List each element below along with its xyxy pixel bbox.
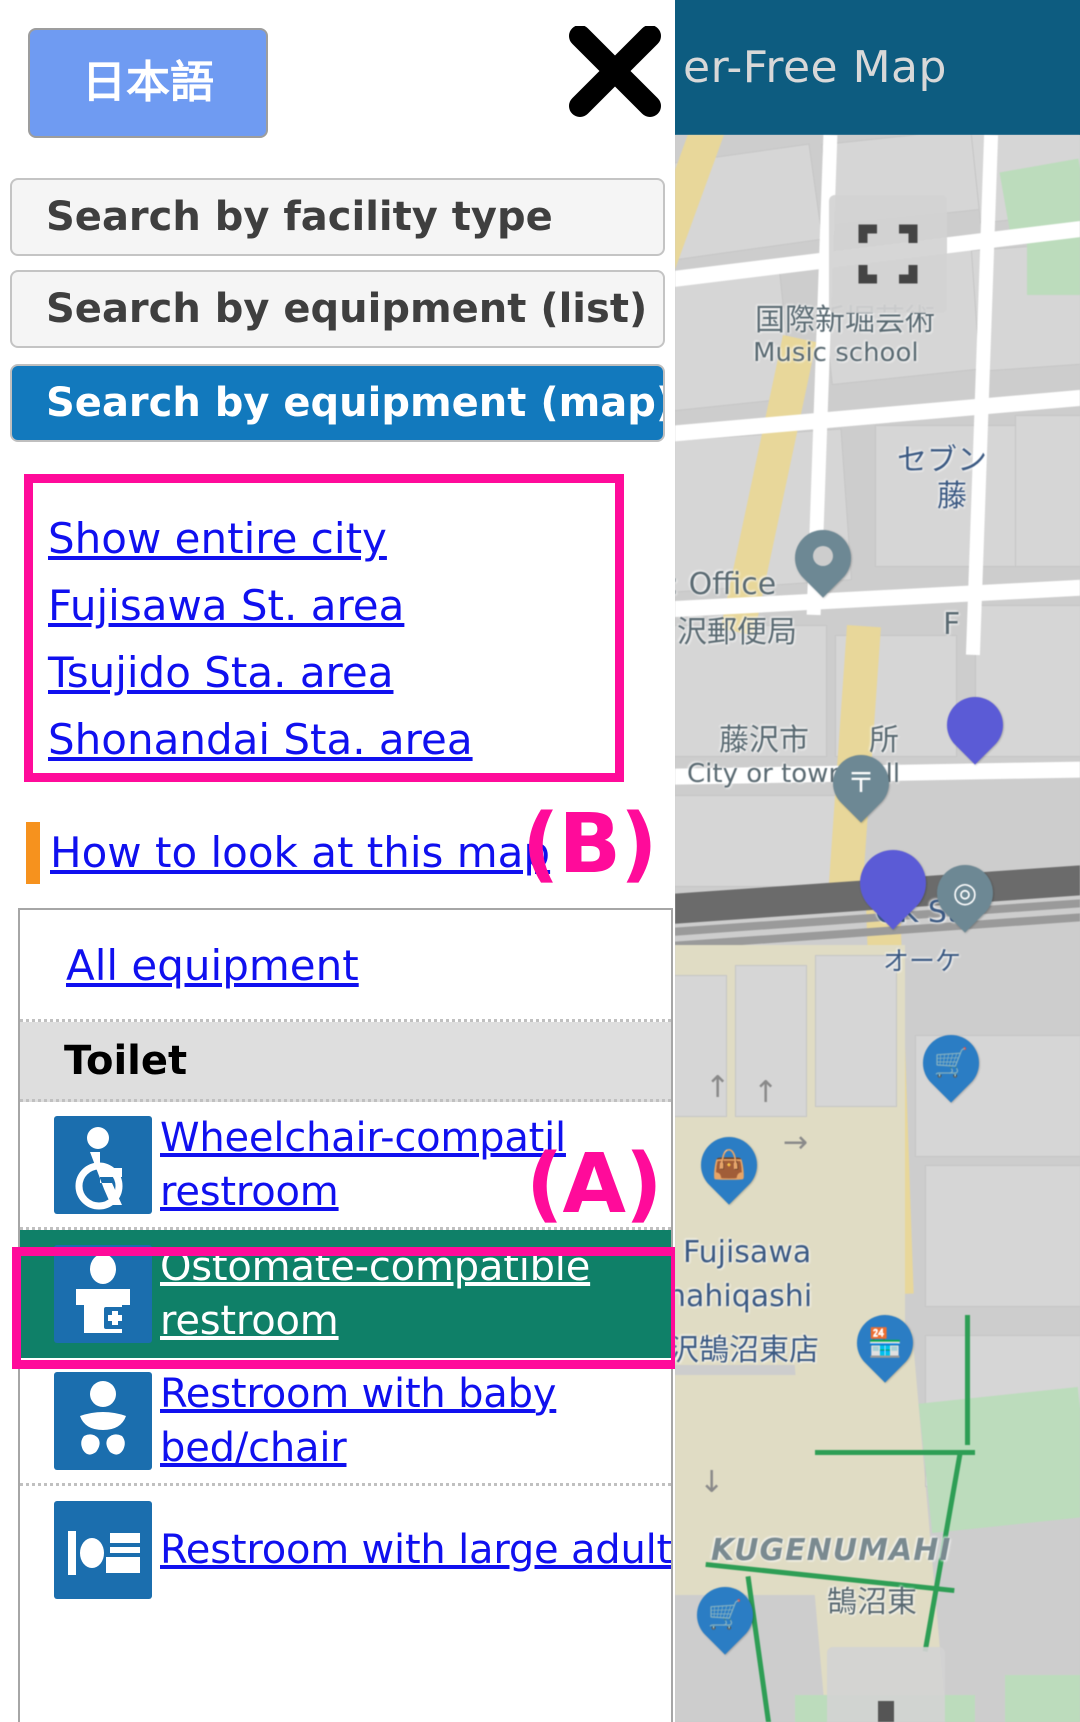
equipment-label-line1[interactable]: Restroom with large adult- — [160, 1523, 671, 1577]
area-links-group[interactable]: Show entire city Fujisawa St. area Tsuji… — [48, 505, 608, 773]
equipment-group-toilet: Toilet — [20, 1022, 671, 1102]
map-label: 藤 — [937, 479, 967, 514]
map-boundary-line — [815, 1450, 975, 1455]
annotation-a-label: (A) — [526, 1137, 662, 1232]
baby-changing-icon — [54, 1371, 152, 1470]
map-label: : Office — [675, 567, 777, 602]
search-by-equipment-list-button[interactable]: Search by equipment (list) — [10, 270, 665, 348]
search-by-equipment-map-button[interactable]: Search by equipment (map) — [10, 364, 665, 442]
map-road — [965, 135, 999, 656]
close-button[interactable] — [568, 26, 662, 118]
store-pin[interactable]: 🏪 — [845, 1303, 925, 1383]
zoom-in-button[interactable] — [827, 1647, 945, 1722]
map-parcel — [1015, 415, 1080, 567]
map-direction-arrow: ↑ — [705, 1070, 731, 1105]
search-by-facility-type-button[interactable]: Search by facility type — [10, 178, 665, 256]
orange-accent-bar — [26, 822, 40, 884]
shopping-cart-pin[interactable]: 🛒 — [911, 1023, 991, 1103]
equipment-label-line1[interactable]: Ostomate-compatible — [160, 1240, 590, 1294]
equipment-list-card[interactable]: All equipment Toilet Wheelchair-compatil… — [18, 908, 673, 1722]
map-parcel — [675, 795, 837, 887]
close-icon — [569, 26, 661, 117]
area-link-show-entire-city[interactable]: Show entire city — [48, 505, 608, 572]
equipment-label-line2[interactable]: restroom — [160, 1294, 339, 1348]
zoom-in-icon — [878, 1701, 894, 1722]
map-label: 藤沢市 所 — [719, 723, 899, 758]
map-direction-arrow: → — [783, 1125, 809, 1160]
shopping-cart-pin[interactable]: 🛒 — [685, 1575, 765, 1655]
map-green-area — [918, 1386, 1080, 1534]
map-direction-arrow: ↑ — [753, 1075, 779, 1110]
map-panel[interactable]: er-Free Map 国際新堀芸術 Music school セブン 藤: … — [675, 0, 1080, 1722]
annotation-b-label: (B) — [522, 797, 657, 892]
side-panel[interactable]: 日本語 Search by facility type Search by eq… — [0, 0, 675, 1722]
location-pin[interactable] — [783, 518, 863, 598]
target-pin[interactable]: ◎ — [925, 853, 1005, 933]
map-green-area — [1027, 235, 1080, 295]
place-pin[interactable] — [935, 685, 1015, 765]
all-equipment-row[interactable]: All equipment — [20, 910, 671, 1022]
area-link-tsujido-sta[interactable]: Tsujido Sta. area — [48, 639, 608, 706]
map-label: Fujisawa — [683, 1235, 812, 1270]
ostomate-icon — [54, 1245, 152, 1343]
language-toggle-button[interactable]: 日本語 — [28, 28, 268, 138]
map-green-area — [1005, 1675, 1080, 1722]
equipment-row-large-adult-restroom[interactable]: Restroom with large adult- — [20, 1486, 671, 1614]
fullscreen-icon — [858, 224, 918, 284]
area-link-fujisawa-st[interactable]: Fujisawa St. area — [48, 572, 608, 639]
map-canvas[interactable]: 国際新堀芸術 Music school セブン 藤 : Office 沢郵便局 … — [675, 135, 1080, 1722]
map-label: 沢郵便局 — [677, 615, 797, 650]
shopping-bag-pin[interactable]: 👜 — [689, 1125, 769, 1205]
map-label: オーケ — [883, 947, 962, 977]
equipment-label-line1[interactable]: Wheelchair-compatil — [160, 1111, 566, 1165]
map-label: F — [943, 607, 961, 642]
equipment-row-ostomate-restroom[interactable]: Ostomate-compatible restroom — [20, 1230, 671, 1358]
equipment-label-line2[interactable]: restroom — [160, 1165, 339, 1219]
fullscreen-button[interactable] — [829, 195, 947, 313]
how-to-look-at-map-link[interactable]: How to look at this map — [50, 824, 550, 882]
equipment-label-line1[interactable]: Restroom with baby — [160, 1367, 556, 1421]
map-label: KUGENUMAHI — [711, 1533, 952, 1568]
wheelchair-icon — [54, 1115, 152, 1214]
map-parcel — [925, 1165, 1080, 1307]
map-boundary-line — [965, 1315, 970, 1445]
area-link-shonandai-sta[interactable]: Shonandai Sta. area — [48, 706, 608, 773]
post-office-pin[interactable]: 〒 — [821, 743, 901, 823]
place-pin[interactable] — [846, 836, 940, 930]
equipment-label-line2[interactable]: bed/chair — [160, 1421, 347, 1475]
equipment-row-baby-bed-restroom[interactable]: Restroom with baby bed/chair — [20, 1358, 671, 1486]
map-label: nahiqashi — [675, 1279, 813, 1314]
adult-bed-icon — [54, 1501, 152, 1599]
map-direction-arrow: ↓ — [699, 1465, 725, 1500]
map-header-title: er-Free Map — [675, 0, 1080, 135]
map-label: Music school — [753, 338, 919, 368]
map-label: 鵠沼東 — [827, 1585, 917, 1620]
all-equipment-link[interactable]: All equipment — [66, 941, 359, 990]
map-label: 沢鵠沼東店 — [675, 1333, 819, 1368]
